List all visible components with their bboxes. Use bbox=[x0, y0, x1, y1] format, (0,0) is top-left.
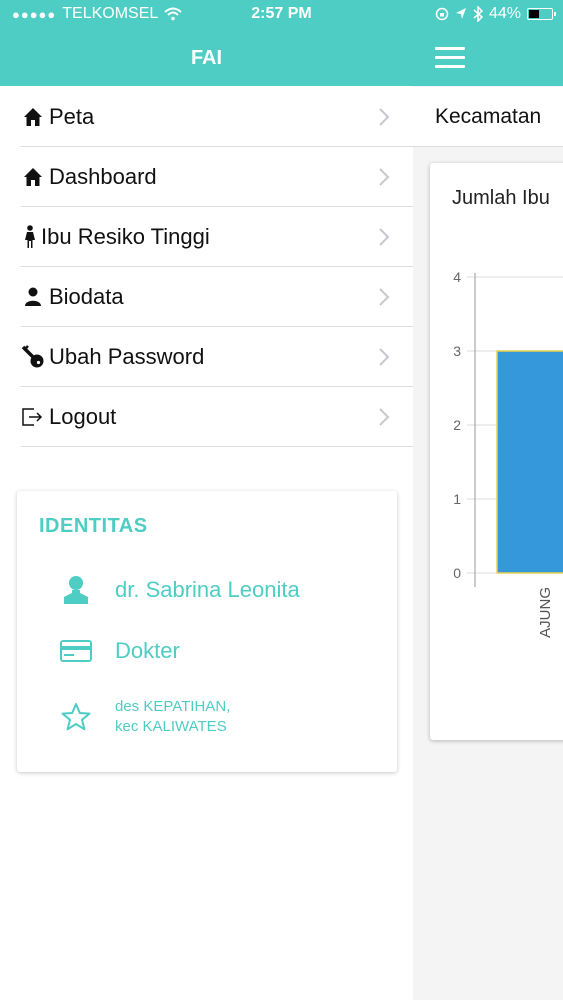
identity-title: IDENTITAS bbox=[39, 515, 148, 537]
menu-header: FAI bbox=[0, 30, 413, 86]
location-icon bbox=[455, 8, 466, 19]
identity-address-row: des KEPATIHAN, kec KALIWATES bbox=[57, 697, 230, 737]
menu-item-dashboard[interactable]: Dashboard bbox=[21, 147, 413, 207]
user-icon bbox=[57, 575, 95, 605]
x-tick-label: AJUNG bbox=[537, 587, 554, 638]
menu-item-label: Ibu Resiko Tinggi bbox=[41, 223, 210, 249]
rotation-lock-icon bbox=[435, 7, 449, 21]
app-screen: Kecamatan Jumlah Ibu 0 1 2 3 4 AJUNG FAI Peta bbox=[0, 0, 563, 1000]
menu-item-label: Peta bbox=[49, 103, 95, 129]
y-tick-label: 0 bbox=[453, 565, 461, 581]
menu-item-biodata[interactable]: Biodata bbox=[21, 267, 413, 327]
menu-item-label: Logout bbox=[49, 403, 117, 429]
y-tick-label: 3 bbox=[453, 343, 461, 359]
chevron-right-icon bbox=[379, 108, 390, 126]
menu-item-label: Biodata bbox=[49, 283, 124, 309]
identity-role-row: Dokter bbox=[57, 638, 180, 664]
menu-item-ibu-resiko-tinggi[interactable]: Ibu Resiko Tinggi bbox=[21, 207, 413, 267]
menu-item-label: Ubah Password bbox=[49, 343, 205, 369]
id-card-icon bbox=[57, 640, 95, 662]
battery-percent: 44% bbox=[488, 5, 521, 22]
identity-name-row: dr. Sabrina Leonita bbox=[57, 575, 300, 605]
bar bbox=[496, 350, 563, 574]
kecamatan-label: Kecamatan bbox=[435, 105, 542, 128]
address-desa: des KEPATIHAN, bbox=[115, 698, 231, 715]
status-time: 2:57 PM bbox=[251, 5, 312, 22]
chevron-right-icon bbox=[379, 348, 390, 366]
menu-item-label: Dashboard bbox=[49, 163, 157, 189]
star-icon bbox=[57, 702, 95, 732]
menu-list: Peta Dashboard Ibu Resiko Tinggi Biodata… bbox=[0, 87, 413, 447]
home-icon bbox=[21, 105, 45, 129]
identity-role: Dokter bbox=[115, 638, 180, 663]
y-tick-label: 2 bbox=[453, 417, 461, 433]
woman-icon bbox=[21, 224, 39, 249]
chevron-right-icon bbox=[379, 228, 390, 246]
chevron-right-icon bbox=[379, 168, 390, 186]
identity-address: des KEPATIHAN, kec KALIWATES bbox=[115, 697, 230, 737]
main-header bbox=[413, 30, 563, 86]
menu-item-ubah-password[interactable]: Ubah Password bbox=[21, 327, 413, 387]
app-title: FAI bbox=[190, 47, 223, 69]
main-content: Kecamatan Jumlah Ibu 0 1 2 3 4 AJUNG bbox=[413, 0, 563, 1000]
chevron-right-icon bbox=[379, 288, 390, 306]
identity-name: dr. Sabrina Leonita bbox=[115, 577, 300, 602]
y-tick-label: 4 bbox=[453, 269, 461, 285]
logout-icon bbox=[21, 405, 45, 429]
chart-card: Jumlah Ibu 0 1 2 3 4 AJUNG bbox=[430, 163, 563, 740]
side-menu: FAI Peta Dashboard Ibu Resiko Tinggi Bio… bbox=[0, 0, 413, 1000]
menu-item-peta[interactable]: Peta bbox=[21, 87, 413, 147]
hamburger-menu-icon[interactable] bbox=[435, 47, 465, 69]
home-icon bbox=[21, 165, 45, 189]
address-kecamatan: kec KALIWATES bbox=[115, 718, 227, 735]
chevron-right-icon bbox=[379, 408, 390, 426]
identity-card: IDENTITAS dr. Sabrina Leonita Dokter des bbox=[17, 491, 397, 772]
key-icon bbox=[21, 344, 45, 369]
bar-chart: 0 1 2 3 4 AJUNG bbox=[453, 269, 563, 638]
bluetooth-icon bbox=[473, 6, 483, 22]
status-bar: ●●●●● TELKOMSEL 2:57 PM 44% bbox=[0, 0, 563, 30]
menu-item-logout[interactable]: Logout bbox=[21, 387, 413, 447]
battery-icon bbox=[527, 8, 556, 20]
y-tick-label: 1 bbox=[453, 491, 461, 507]
person-icon bbox=[21, 285, 45, 309]
kecamatan-filter[interactable]: Kecamatan bbox=[413, 87, 563, 147]
